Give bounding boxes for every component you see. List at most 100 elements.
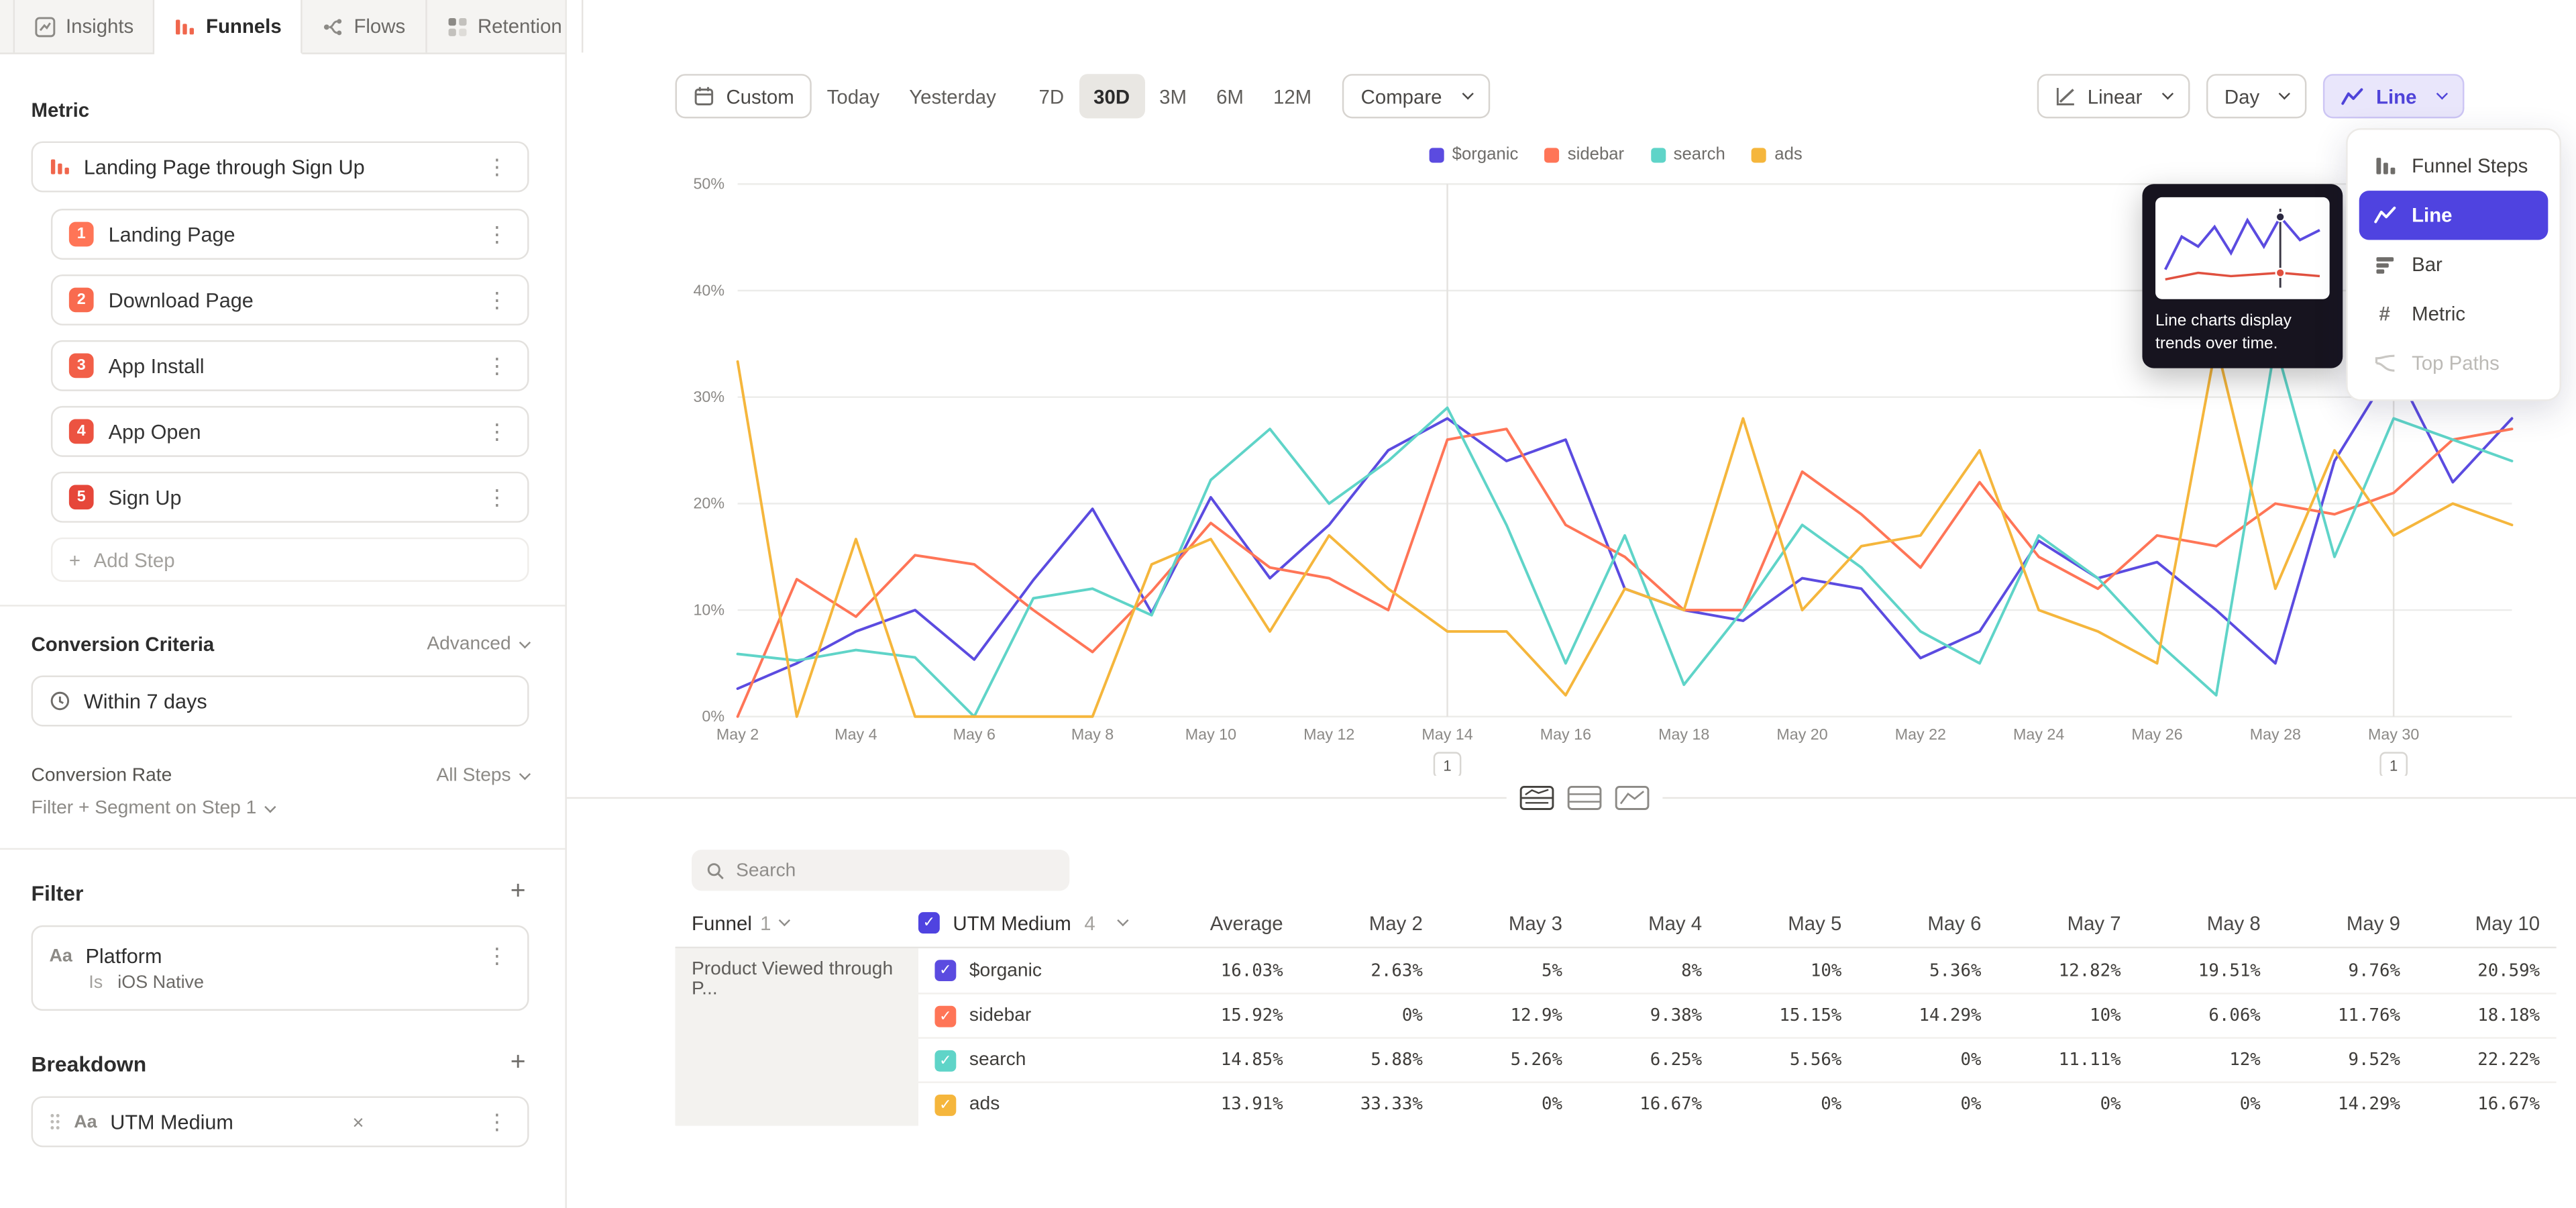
filter-value[interactable]: iOS Native	[117, 972, 204, 992]
series-line-ads[interactable]	[738, 344, 2512, 716]
value-cell: 5.36%	[1858, 960, 1998, 980]
annotation-badge[interactable]: 1	[1434, 753, 1460, 776]
filter-card[interactable]: Aa Platform ⋮ Is iOS Native	[32, 925, 529, 1011]
table-row-ads[interactable]: ✓ads13.91%33.33%0%16.67%0%0%0%0%14.29%16…	[918, 1081, 2557, 1125]
legend-item-organic[interactable]: $organic	[1429, 145, 1518, 164]
layout-table-only-button[interactable]	[1564, 784, 1605, 812]
all-steps-dropdown[interactable]: All Steps	[436, 766, 529, 785]
menu-item-bar[interactable]: Bar	[2359, 240, 2548, 289]
drag-handle-icon[interactable]	[49, 1113, 60, 1131]
annotation-badge[interactable]: 1	[2381, 753, 2407, 776]
funnel-title-card[interactable]: Landing Page through Sign Up ⋮	[32, 142, 529, 193]
kebab-icon[interactable]: ⋮	[483, 223, 511, 245]
nav-tabbar: Insights Funnels Flows Retention	[0, 0, 565, 54]
step-number-badge: 4	[69, 419, 94, 444]
conversion-criteria-heading: Conversion Criteria	[32, 633, 215, 656]
line-chart-icon	[2342, 87, 2365, 106]
search-input[interactable]	[736, 860, 1055, 880]
layout-chart-only-button[interactable]	[1611, 784, 1652, 812]
tab-retention[interactable]: Retention	[427, 0, 584, 52]
insights-icon	[34, 15, 56, 37]
chevron-down-icon	[1462, 88, 1473, 99]
svg-text:May 26: May 26	[2131, 725, 2182, 743]
kebab-icon[interactable]: ⋮	[483, 289, 511, 311]
legend-swatch	[1650, 147, 1665, 162]
table-row-organic[interactable]: ✓$organic16.03%2.63%5%8%10%5.36%12.82%19…	[918, 948, 2557, 993]
filter-segment-toggle[interactable]: Filter + Segment on Step 1	[32, 799, 529, 818]
menu-item-metric[interactable]: # Metric	[2359, 289, 2548, 338]
series-line-sidebar[interactable]	[738, 429, 2512, 717]
add-step-button[interactable]: + Add Step	[51, 538, 529, 582]
kebab-icon[interactable]: ⋮	[483, 421, 511, 442]
table-row-search[interactable]: ✓search14.85%5.88%5.26%6.25%5.56%0%11.11…	[918, 1037, 2557, 1081]
funnel-icon	[49, 156, 70, 178]
breakdown-property-label: UTM Medium	[110, 1110, 233, 1133]
day-granularity-button[interactable]: Day	[2206, 74, 2307, 118]
search-box[interactable]	[692, 850, 1069, 891]
table-group-cell[interactable]: Product Viewed through P...	[676, 948, 918, 1125]
svg-text:May 8: May 8	[1071, 725, 1114, 743]
layout-chart-and-table-button[interactable]	[1516, 784, 1557, 812]
funnel-steps-icon	[2372, 154, 2397, 177]
breakdown-column-header[interactable]: ✓ UTM Medium 4	[918, 911, 1168, 934]
filter-operator[interactable]: Is	[89, 972, 103, 992]
series-line-search[interactable]	[738, 344, 2512, 716]
custom-date-button[interactable]: Custom	[676, 74, 812, 118]
chart-type-tooltip: Line charts display trends over time.	[2142, 184, 2343, 368]
range-30d[interactable]: 30D	[1079, 74, 1144, 118]
funnel-title: Landing Page through Sign Up	[84, 155, 365, 178]
value-cell: 20.59%	[2416, 960, 2556, 980]
advanced-label: Advanced	[427, 634, 511, 654]
row-checkbox[interactable]: ✓	[934, 960, 956, 981]
app-window: Insights Funnels Flows Retention Metric …	[0, 0, 2576, 1208]
value-cell: 8%	[1578, 960, 1718, 980]
funnel-column-header[interactable]: Funnel 1	[676, 911, 918, 934]
funnel-step-landing-page[interactable]: 1 Landing Page ⋮	[51, 209, 529, 260]
range-3m[interactable]: 3M	[1144, 74, 1201, 118]
select-all-checkbox[interactable]: ✓	[918, 912, 940, 934]
svg-text:May 24: May 24	[2013, 725, 2064, 743]
value-cell: 14.29%	[2277, 1095, 2416, 1114]
row-checkbox[interactable]: ✓	[934, 1094, 956, 1115]
remove-breakdown-icon[interactable]: ×	[347, 1110, 369, 1133]
value-cell: 5.56%	[1719, 1050, 1858, 1070]
funnel-step-app-open[interactable]: 4 App Open ⋮	[51, 406, 529, 457]
column-header-average: Average	[1168, 911, 1299, 934]
today-button[interactable]: Today	[812, 74, 895, 118]
range-6m[interactable]: 6M	[1201, 74, 1258, 118]
compare-button[interactable]: Compare	[1343, 74, 1490, 118]
menu-item-funnel-steps[interactable]: Funnel Steps	[2359, 142, 2548, 191]
range-12m[interactable]: 12M	[1258, 74, 1326, 118]
menu-item-line[interactable]: Line	[2359, 191, 2548, 240]
row-checkbox[interactable]: ✓	[934, 1005, 956, 1027]
advanced-dropdown[interactable]: Advanced	[427, 634, 529, 654]
layout-toggle-group	[1507, 784, 1663, 812]
legend-item-sidebar[interactable]: sidebar	[1545, 145, 1625, 164]
table-row-sidebar[interactable]: ✓sidebar15.92%0%12.9%9.38%15.15%14.29%10…	[918, 993, 2557, 1037]
funnel-step-download-page[interactable]: 2 Download Page ⋮	[51, 274, 529, 325]
add-filter-button[interactable]: +	[507, 879, 529, 905]
tab-funnels[interactable]: Funnels	[155, 0, 303, 54]
breakdown-card[interactable]: Aa UTM Medium × ⋮	[32, 1096, 529, 1147]
conversion-window-card[interactable]: Within 7 days	[32, 676, 529, 727]
kebab-icon[interactable]: ⋮	[483, 355, 511, 376]
linear-scale-button[interactable]: Linear	[2037, 74, 2190, 118]
svg-text:May 12: May 12	[1303, 725, 1354, 743]
legend-item-ads[interactable]: ads	[1752, 145, 1803, 164]
kebab-icon[interactable]: ⋮	[483, 487, 511, 508]
tab-flows[interactable]: Flows	[303, 0, 427, 52]
funnel-step-sign-up[interactable]: 5 Sign Up ⋮	[51, 472, 529, 523]
kebab-icon[interactable]: ⋮	[483, 156, 511, 178]
chart-type-button[interactable]: Line	[2324, 74, 2465, 118]
funnel-step-app-install[interactable]: 3 App Install ⋮	[51, 340, 529, 391]
range-7d[interactable]: 7D	[1024, 74, 1079, 118]
yesterday-button[interactable]: Yesterday	[894, 74, 1011, 118]
tab-insights[interactable]: Insights	[13, 0, 155, 52]
kebab-icon[interactable]: ⋮	[483, 945, 511, 966]
legend-item-search[interactable]: search	[1650, 145, 1725, 164]
kebab-icon[interactable]: ⋮	[483, 1111, 511, 1133]
add-breakdown-button[interactable]: +	[507, 1050, 529, 1076]
row-checkbox[interactable]: ✓	[934, 1050, 956, 1071]
chevron-down-icon	[2436, 88, 2448, 99]
value-cell: 0%	[1858, 1095, 1998, 1114]
